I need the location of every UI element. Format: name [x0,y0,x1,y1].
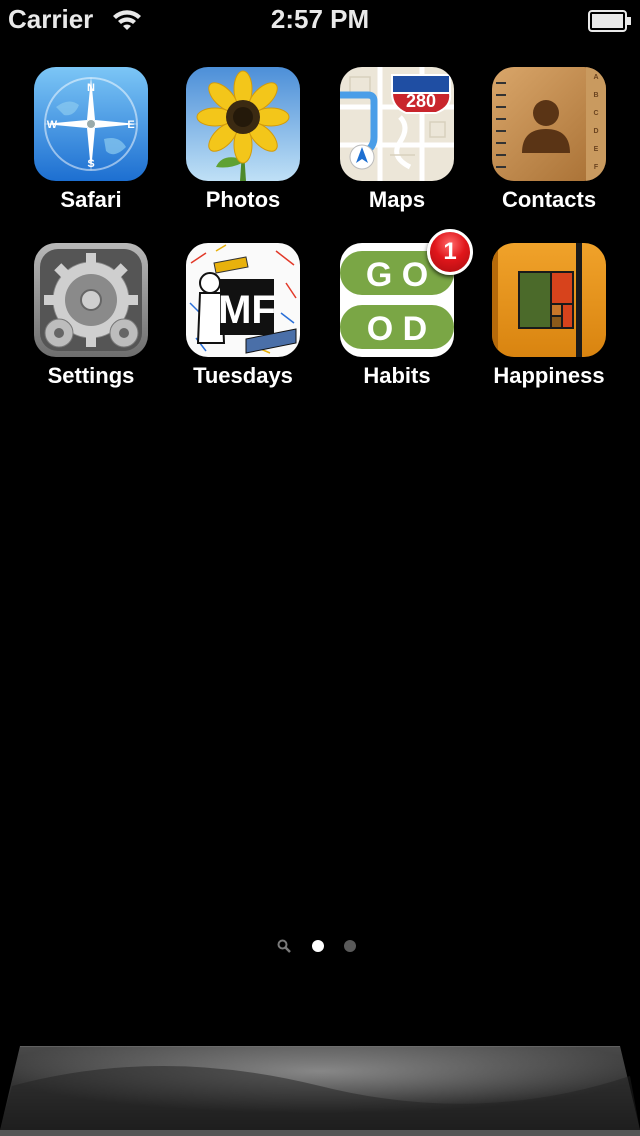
app-settings[interactable]: Settings [15,243,167,403]
app-label: Habits [363,363,431,388]
svg-text:B: B [593,92,598,99]
search-icon[interactable] [277,939,291,958]
dock [0,1045,640,1136]
status-time: 2:57 PM [270,4,370,34]
status-bar: Carrier 2:57 PM [0,0,640,40]
habits-icon-text-bottom: O D [367,310,427,348]
mf-doodle-icon: MF [186,243,300,357]
notebook-icon [492,243,606,357]
app-photos[interactable]: Photos [167,67,319,227]
gears-icon [34,243,148,357]
home-screen: Carrier 2:57 PM N S W E Safari Photos 28… [0,0,640,1136]
address-book-icon: A B C D E F [492,67,606,181]
mf-icon-text: MF [218,288,276,332]
map-icon: 280 [340,67,454,181]
app-maps[interactable]: 280 Maps [321,67,473,227]
route-sign-number: 280 [406,91,436,111]
page-dot[interactable] [344,940,356,952]
app-label: Tuesdays [193,363,293,388]
app-label: Contacts [501,187,597,212]
page-indicator[interactable] [0,938,640,954]
svg-text:F: F [594,164,599,171]
svg-text:N: N [87,82,95,94]
app-label: Maps [368,187,426,212]
notification-badge: 1 [427,229,473,275]
page-dot-current[interactable] [312,940,324,952]
safari-compass-icon: N S W E [34,67,148,181]
svg-text:D: D [593,128,598,135]
svg-text:W: W [47,119,58,131]
app-contacts[interactable]: A B C D E F Contacts [473,67,625,227]
battery-icon [588,10,632,37]
app-habits[interactable]: G O O D 1 Habits [321,229,473,403]
app-safari[interactable]: N S W E Safari [15,67,167,227]
app-label: Happiness [493,363,605,388]
svg-text:E: E [127,119,134,131]
app-label: Safari [60,187,122,212]
sunflower-icon [186,67,300,181]
svg-text:S: S [87,158,94,170]
app-happiness[interactable]: Happiness [473,243,625,403]
app-tuesdays[interactable]: MF Tuesdays [167,243,319,403]
svg-text:E: E [594,146,599,153]
svg-text:A: A [593,74,598,81]
app-label: Photos [205,187,281,212]
svg-text:C: C [593,110,598,117]
app-label: Settings [47,363,135,388]
habits-icon-text-top: G O [366,256,428,294]
